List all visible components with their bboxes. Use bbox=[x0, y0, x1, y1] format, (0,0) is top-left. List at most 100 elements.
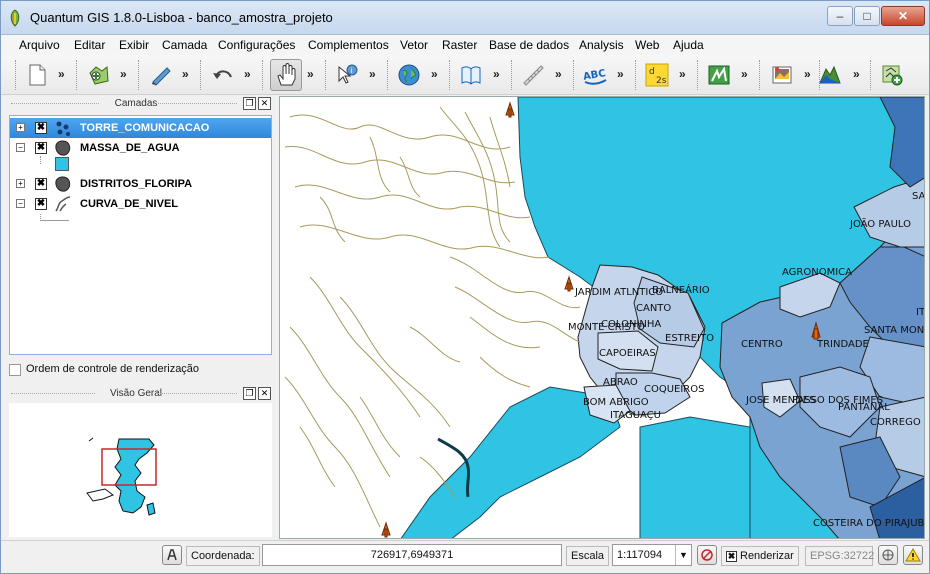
layer-visibility-checkbox[interactable]: ✖ bbox=[35, 178, 47, 190]
menu-editar[interactable]: Editar bbox=[74, 38, 105, 52]
add-vector-icon[interactable] bbox=[85, 61, 113, 89]
toolbar-more[interactable]: » bbox=[182, 67, 189, 81]
maximize-button[interactable]: □ bbox=[854, 6, 880, 26]
toolbar-more[interactable]: » bbox=[853, 67, 860, 81]
toolbar-grip[interactable] bbox=[449, 60, 452, 90]
toolbar-grip[interactable] bbox=[573, 60, 576, 90]
layer-torre-comunicacao[interactable]: + ✖ TORRE_COMUNICACAO bbox=[10, 118, 271, 138]
menu-exibir[interactable]: Exibir bbox=[119, 38, 149, 52]
d2s-icon[interactable]: d 2s bbox=[643, 61, 671, 89]
layer-curva-de-nivel[interactable]: − ✖ CURVA_DE_NIVEL bbox=[10, 194, 271, 214]
expand-toggle[interactable]: + bbox=[16, 179, 25, 188]
undock-icon[interactable]: ❐ bbox=[243, 97, 256, 110]
toolbar-grip[interactable] bbox=[759, 60, 762, 90]
undo-icon[interactable] bbox=[209, 61, 237, 89]
map-canvas[interactable]: JARDIM ATLNTICO BALNEÁRIO CANTO COLONINH… bbox=[279, 96, 925, 539]
map-label-monte-cristo: MONTE CRISTO bbox=[568, 322, 645, 333]
render-order-checkbox[interactable] bbox=[9, 364, 21, 376]
menu-bar: Arquivo Editar Exibir Camada Configuraçõ… bbox=[1, 35, 929, 55]
toolbar-more[interactable]: » bbox=[431, 67, 438, 81]
toolbar-more[interactable]: » bbox=[555, 67, 562, 81]
menu-base-de-dados[interactable]: Base de dados bbox=[489, 38, 569, 52]
toolbar-grip[interactable] bbox=[697, 60, 700, 90]
overview-map[interactable] bbox=[9, 403, 272, 537]
scale-combo[interactable]: 1:117094 ▼ bbox=[612, 544, 692, 566]
layer-massa-de-agua[interactable]: − ✖ MASSA_DE_AGUA bbox=[10, 138, 271, 158]
overview-panel-title: Visão Geral bbox=[109, 388, 163, 399]
menu-web[interactable]: Web bbox=[635, 38, 659, 52]
toolbar-more[interactable]: » bbox=[244, 67, 251, 81]
globe-icon[interactable] bbox=[395, 61, 423, 89]
messages-icon[interactable] bbox=[162, 545, 182, 565]
toolbar-more[interactable]: » bbox=[741, 67, 748, 81]
close-panel-icon[interactable]: ✕ bbox=[258, 97, 271, 110]
plugin-add-icon[interactable] bbox=[878, 61, 906, 89]
menu-arquivo[interactable]: Arquivo bbox=[19, 38, 60, 52]
header-dots bbox=[11, 393, 95, 395]
toolbar-more[interactable]: » bbox=[307, 67, 314, 81]
toolbar-more[interactable]: » bbox=[493, 67, 500, 81]
coordinate-field[interactable]: 726917,6949371 bbox=[262, 544, 562, 566]
scale-label: Escala bbox=[566, 546, 610, 566]
window-title: Quantum GIS 1.8.0-Lisboa - banco_amostra… bbox=[30, 10, 333, 25]
toolbar-grip[interactable] bbox=[200, 60, 203, 90]
expand-toggle[interactable]: − bbox=[16, 143, 25, 152]
menu-raster[interactable]: Raster bbox=[442, 38, 477, 52]
image-icon[interactable] bbox=[768, 61, 796, 89]
close-panel-icon[interactable]: ✕ bbox=[258, 387, 271, 400]
menu-complementos[interactable]: Complementos bbox=[308, 38, 389, 52]
epsg-button[interactable]: EPSG:32722 bbox=[805, 546, 874, 566]
menu-ajuda[interactable]: Ajuda bbox=[673, 38, 704, 52]
render-toggle[interactable]: ✖ Renderizar bbox=[721, 546, 799, 566]
map-label-balneario: BALNEÁRIO bbox=[652, 285, 710, 296]
layer-distritos-floripa[interactable]: + ✖ DISTRITOS_FLORIPA bbox=[10, 174, 271, 194]
toolbar-grip[interactable] bbox=[387, 60, 390, 90]
toolbar-grip[interactable] bbox=[262, 60, 265, 90]
menu-analysis[interactable]: Analysis bbox=[579, 38, 624, 52]
warning-icon[interactable] bbox=[903, 545, 923, 565]
stop-render-icon[interactable] bbox=[697, 545, 717, 565]
menu-camada[interactable]: Camada bbox=[162, 38, 207, 52]
toolbar-more[interactable]: » bbox=[617, 67, 624, 81]
new-project-icon[interactable] bbox=[23, 61, 51, 89]
grass-icon[interactable] bbox=[705, 61, 733, 89]
digitize-pencil-icon[interactable] bbox=[147, 61, 175, 89]
toolbar-more[interactable]: » bbox=[804, 67, 811, 81]
terrain-icon[interactable] bbox=[816, 61, 844, 89]
expand-toggle[interactable]: + bbox=[16, 123, 25, 132]
toolbar-more[interactable]: » bbox=[369, 67, 376, 81]
toolbar-grip[interactable] bbox=[511, 60, 514, 90]
line-layer-icon bbox=[55, 196, 71, 212]
expand-toggle[interactable]: − bbox=[16, 199, 25, 208]
toolbar-more[interactable]: » bbox=[679, 67, 686, 81]
layer-visibility-checkbox[interactable]: ✖ bbox=[35, 142, 47, 154]
measure-icon[interactable] bbox=[519, 61, 547, 89]
menu-configuracoes[interactable]: Configurações bbox=[218, 38, 295, 52]
identify-icon[interactable]: i bbox=[333, 61, 361, 89]
toolbar-grip[interactable] bbox=[870, 60, 873, 90]
toolbar-grip[interactable] bbox=[325, 60, 328, 90]
toolbar-grip[interactable] bbox=[138, 60, 141, 90]
map-label-santa-monica: SANTA MONICA bbox=[864, 325, 925, 336]
close-button[interactable]: ✕ bbox=[881, 6, 925, 26]
layer-visibility-checkbox[interactable]: ✖ bbox=[35, 122, 47, 134]
toolbar-grip[interactable] bbox=[76, 60, 79, 90]
svg-text:d: d bbox=[649, 67, 655, 77]
pan-hand-icon[interactable] bbox=[270, 59, 302, 91]
map-label-itaguacu: ITAGUAÇU bbox=[610, 410, 661, 421]
render-checkbox[interactable]: ✖ bbox=[726, 551, 737, 562]
toolbar-more[interactable]: » bbox=[58, 67, 65, 81]
toolbar-grip[interactable] bbox=[15, 60, 18, 90]
layer-visibility-checkbox[interactable]: ✖ bbox=[35, 198, 47, 210]
undock-icon[interactable]: ❐ bbox=[243, 387, 256, 400]
minimize-button[interactable]: – bbox=[827, 6, 853, 26]
toolbar-grip[interactable] bbox=[635, 60, 638, 90]
label-abc-icon[interactable]: ABC bbox=[581, 61, 609, 89]
projection-globe-icon[interactable] bbox=[878, 545, 898, 565]
render-order-option[interactable]: Ordem de controle de renderização bbox=[9, 362, 272, 378]
map-label-bom-abrigo: BOM ABRIGO bbox=[583, 397, 649, 408]
chevron-down-icon[interactable]: ▼ bbox=[675, 545, 691, 565]
menu-vetor[interactable]: Vetor bbox=[400, 38, 428, 52]
toolbar-more[interactable]: » bbox=[120, 67, 127, 81]
help-book-icon[interactable] bbox=[457, 61, 485, 89]
